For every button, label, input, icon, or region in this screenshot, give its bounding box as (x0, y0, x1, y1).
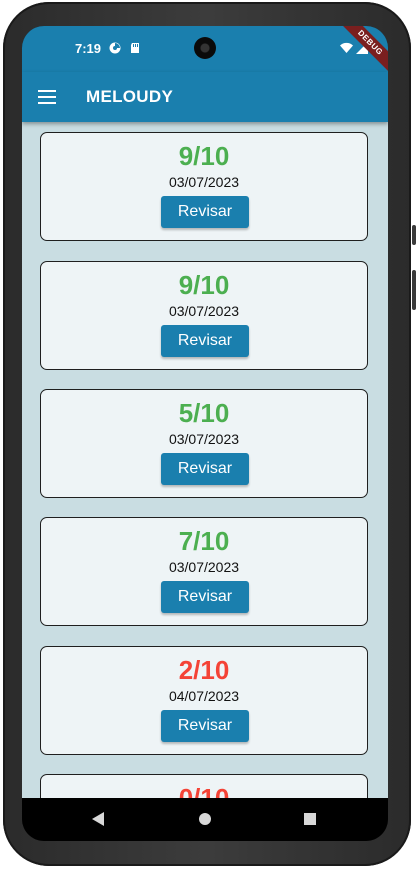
review-button[interactable]: Revisar (161, 453, 249, 485)
power-button (412, 270, 416, 310)
result-card: 0/10 (40, 774, 368, 798)
back-icon[interactable] (92, 812, 104, 826)
result-date: 03/07/2023 (168, 431, 240, 447)
result-score: 7/10 (178, 526, 230, 556)
result-date: 03/07/2023 (168, 303, 240, 319)
menu-icon[interactable] (38, 90, 56, 104)
app-title: MELOUDY (86, 87, 174, 106)
status-bar: 7:19 DEBUG (22, 26, 388, 77)
screen: 7:19 DEBUG MELOUDY 9/10 03/07/2023 Revis… (22, 26, 388, 841)
wifi-icon (340, 42, 353, 53)
result-card: 9/10 03/07/2023 Revisar (40, 132, 368, 241)
result-score: 2/10 (178, 655, 230, 685)
sd-card-icon (131, 43, 139, 53)
result-card: 2/10 04/07/2023 Revisar (40, 646, 368, 755)
result-card: 5/10 03/07/2023 Revisar (40, 389, 368, 498)
result-score: 0/10 (178, 783, 230, 798)
results-list[interactable]: 9/10 03/07/2023 Revisar 9/10 03/07/2023 … (22, 122, 388, 798)
sync-icon (109, 42, 121, 54)
status-time: 7:19 (75, 41, 102, 56)
result-card: 7/10 03/07/2023 Revisar (40, 517, 368, 626)
front-camera (194, 37, 216, 59)
review-button[interactable]: Revisar (161, 325, 249, 357)
review-button[interactable]: Revisar (161, 710, 249, 742)
result-score: 5/10 (178, 398, 230, 428)
result-score: 9/10 (178, 141, 230, 171)
result-date: 03/07/2023 (168, 174, 240, 190)
result-date: 04/07/2023 (168, 688, 240, 704)
device: 7:19 DEBUG MELOUDY 9/10 03/07/2023 Revis… (0, 0, 416, 870)
result-score: 9/10 (178, 270, 230, 300)
review-button[interactable]: Revisar (161, 581, 249, 613)
recents-icon[interactable] (304, 813, 316, 825)
app-bar: MELOUDY (22, 72, 388, 122)
result-card: 9/10 03/07/2023 Revisar (40, 261, 368, 370)
review-button[interactable]: Revisar (161, 196, 249, 228)
volume-up-button (412, 225, 416, 245)
result-date: 03/07/2023 (168, 559, 240, 575)
home-icon[interactable] (199, 813, 211, 825)
navigation-bar (22, 798, 388, 841)
